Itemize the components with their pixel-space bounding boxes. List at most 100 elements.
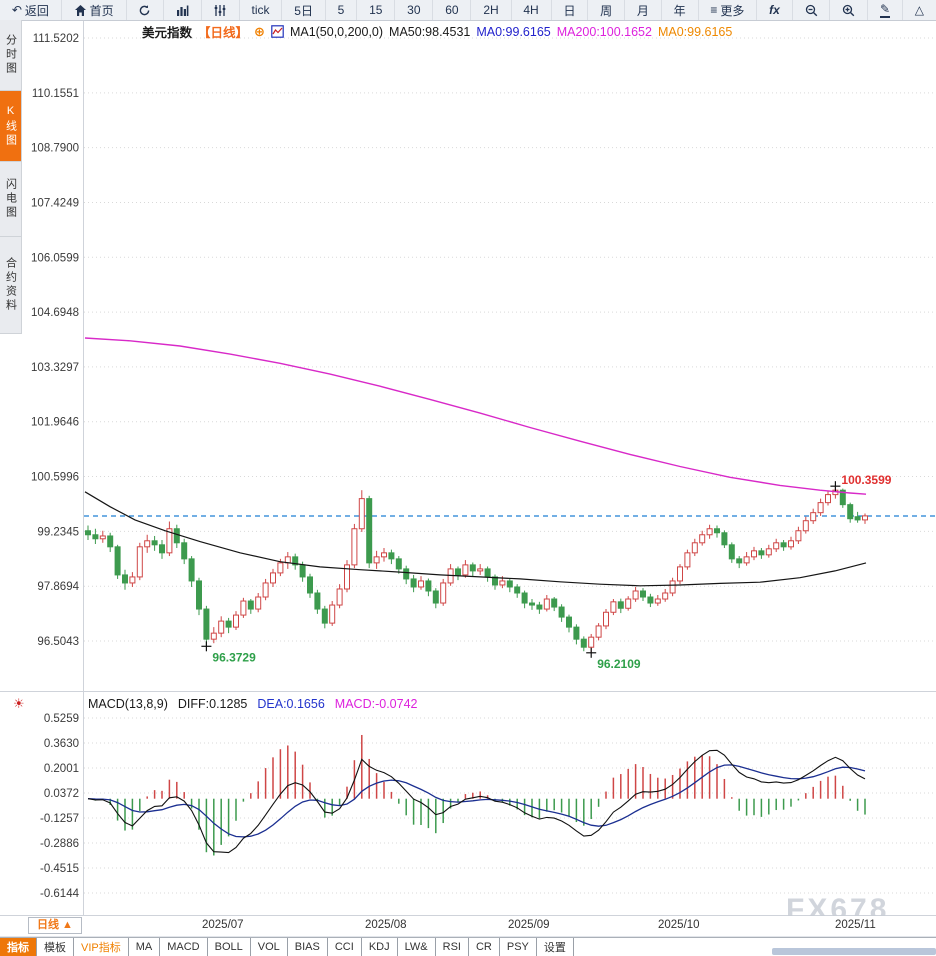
price-chart-canvas[interactable]: 111.5202110.1551108.7900107.4249106.0599… [0,0,936,955]
period-60-button[interactable]: 60 [433,0,471,20]
tab-boll[interactable]: BOLL [208,938,251,956]
top-toolbar: ↶返回 首页 tick 5日 5 15 30 60 2H 4H 日 周 月 年 … [0,0,936,21]
triangle-icon: △ [915,3,924,17]
svg-text:0.2001: 0.2001 [44,763,79,775]
sidebar-item-time-chart[interactable]: 分时图 [0,20,22,91]
tab-vol[interactable]: VOL [251,938,288,956]
period-tag: 【日线】 [198,22,248,41]
ma200-line [85,338,866,494]
svg-text:0.0372: 0.0372 [44,788,79,800]
candlestick-series [86,486,868,653]
back-icon: ↶ [12,3,22,17]
refresh-button[interactable] [127,0,165,20]
refresh-icon [138,4,151,17]
tab-ma[interactable]: MA [129,938,161,956]
more-button[interactable]: ≡更多 [699,0,758,20]
tab-rsi[interactable]: RSI [436,938,469,956]
tab-cr[interactable]: CR [469,938,500,956]
axis-date: 2025/07 [202,919,244,931]
macd-params-label: MACD(13,8,9) [88,697,168,711]
macd-pane[interactable] [88,735,865,856]
ma0-blue-value: MA0:99.6165 [476,25,550,39]
period-2h-button[interactable]: 2H [471,0,511,20]
tick-period-button[interactable]: tick [240,0,283,20]
tab-cci[interactable]: CCI [328,938,362,956]
svg-text:104.6948: 104.6948 [31,307,79,319]
tab-templates[interactable]: 模板 [37,938,74,956]
period-week-button[interactable]: 周 [588,0,625,20]
svg-text:0.3630: 0.3630 [44,738,79,750]
zoom-out-button[interactable] [793,0,831,20]
svg-text:96.5043: 96.5043 [37,636,79,648]
y-axis-labels: 111.5202110.1551108.7900107.4249106.0599… [31,33,80,900]
tab-psy[interactable]: PSY [500,938,537,956]
pencil-icon: ✎ [880,2,890,18]
tab-kdj[interactable]: KDJ [362,938,398,956]
shapes-button[interactable]: △ [903,0,936,20]
sliders-button[interactable] [202,0,240,20]
tab-macd[interactable]: MACD [160,938,207,956]
svg-text:-0.2886: -0.2886 [40,838,79,850]
period-5d-button[interactable]: 5日 [282,0,325,20]
svg-text:103.3297: 103.3297 [31,362,79,374]
tab-vip-indicators[interactable]: VIP指标 [74,938,129,956]
svg-text:106.0599: 106.0599 [31,252,79,264]
svg-text:99.2345: 99.2345 [37,526,79,538]
fx-indicator-button[interactable]: fx [757,0,792,20]
indicator-settings-icon[interactable]: ☀ [13,696,25,712]
svg-text:96.3729: 96.3729 [212,650,256,664]
tab-indicators[interactable]: 指标 [0,938,37,956]
ma50-value: MA50:98.4531 [389,25,470,39]
svg-text:101.9646: 101.9646 [31,417,79,429]
svg-text:-0.4515: -0.4515 [40,863,79,875]
macd-bar-value: MACD:-0.0742 [335,697,418,711]
zoom-in-button[interactable] [830,0,868,20]
svg-text:100.5996: 100.5996 [31,472,79,484]
axis-date: 2025/08 [365,919,407,931]
axis-date: 2025/09 [508,919,550,931]
chart-title-row: 美元指数 【日线】 ⊕ MA1(50,0,200,0) MA50:98.4531… [142,22,732,41]
date-axis-row: 日线 ▲ 2025/07 2025/08 2025/09 2025/10 202… [0,916,936,936]
kline-style-icon[interactable] [271,25,284,38]
tab-bias[interactable]: BIAS [288,938,328,956]
sidebar-item-contract-info[interactable]: 合约资料 [0,237,22,334]
svg-text:107.4249: 107.4249 [31,197,79,209]
main-price-pane[interactable] [84,338,936,653]
period-day-button[interactable]: 日 [552,0,589,20]
home-button[interactable]: 首页 [62,0,127,20]
sidebar-item-lightning-chart[interactable]: 闪电图 [0,162,22,237]
back-button[interactable]: ↶返回 [0,0,62,20]
tab-lw[interactable]: LW& [398,938,436,956]
period-4h-button[interactable]: 4H [512,0,552,20]
period-selector-button[interactable]: 日线 ▲ [28,917,82,934]
axis-date: 2025/10 [658,919,700,931]
axis-date: 2025/11 [835,919,876,931]
horizontal-scrollbar-thumb[interactable] [772,948,936,955]
bar-chart-icon [176,4,189,17]
svg-text:110.1551: 110.1551 [32,88,79,100]
sidebar-item-kline-chart[interactable]: K线图 [0,91,22,162]
diff-line [88,750,865,852]
period-month-button[interactable]: 月 [625,0,662,20]
svg-text:111.5202: 111.5202 [33,33,79,45]
period-15-button[interactable]: 15 [357,0,395,20]
svg-text:96.2109: 96.2109 [597,657,641,671]
sliders-icon [214,4,227,17]
macd-diff-value: DIFF:0.1285 [178,697,247,711]
period-year-button[interactable]: 年 [662,0,699,20]
svg-text:0.5259: 0.5259 [44,713,79,725]
period-30-button[interactable]: 30 [395,0,433,20]
zoom-in-icon [842,4,855,17]
bar-chart-button[interactable] [164,0,202,20]
draw-button[interactable]: ✎ [868,0,903,20]
tab-settings[interactable]: 设置 [537,938,574,956]
ma50-line [85,492,866,586]
ma200-value: MA200:100.1652 [557,25,652,39]
macd-dea-value: DEA:0.1656 [257,697,324,711]
add-indicator-icon[interactable]: ⊕ [254,24,265,40]
zoom-out-icon [805,4,818,17]
svg-text:97.8694: 97.8694 [37,581,79,593]
svg-text:100.3599: 100.3599 [841,473,891,487]
period-5-button[interactable]: 5 [326,0,357,20]
svg-text:-0.6144: -0.6144 [40,888,80,900]
